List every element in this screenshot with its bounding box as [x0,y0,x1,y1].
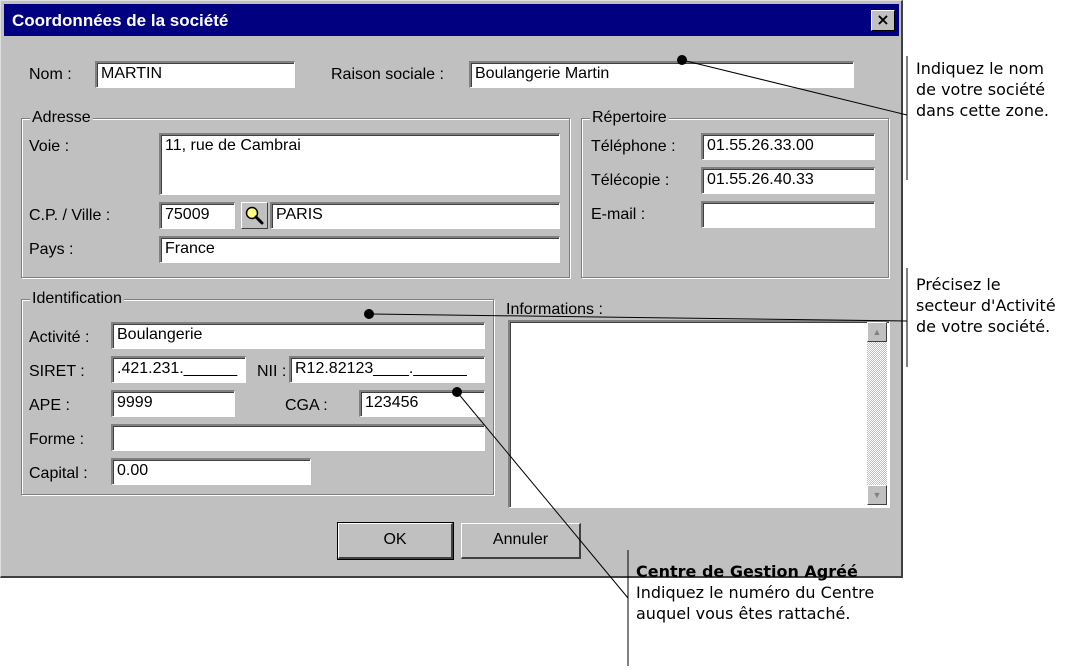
annotation-activite-line-1: Précisez le [916,275,1001,294]
callout-dot-activite [364,309,374,319]
annotation-nom-line-3: dans cette zone. [916,101,1049,120]
callout-line-activite [368,313,908,322]
callout-dot-nom [677,55,687,65]
annotation-nom-line-1: Indiquez le nom [916,59,1044,78]
annotation-nom-line-2: de votre société [916,80,1046,99]
annotation-nom: Indiquez le nom de votre société dans ce… [916,58,1049,121]
annotation-activite-line-3: de votre société. [916,317,1051,336]
annotation-cga-line-1: Indiquez le numéro du Centre [636,583,875,602]
annotation-activite-line-2: secteur d'Activité [916,296,1056,315]
annotation-cga-line-2: auquel vous êtes rattaché. [636,604,851,623]
callout-dot-cga [452,387,462,397]
callout-line-cga [456,391,629,599]
annotation-activite: Précisez le secteur d'Activité de votre … [916,274,1056,337]
annotation-cga: Centre de Gestion Agréé Indiquez le numé… [636,561,874,624]
callout-line-nom [681,59,908,116]
annotation-cga-title: Centre de Gestion Agréé [636,562,858,581]
